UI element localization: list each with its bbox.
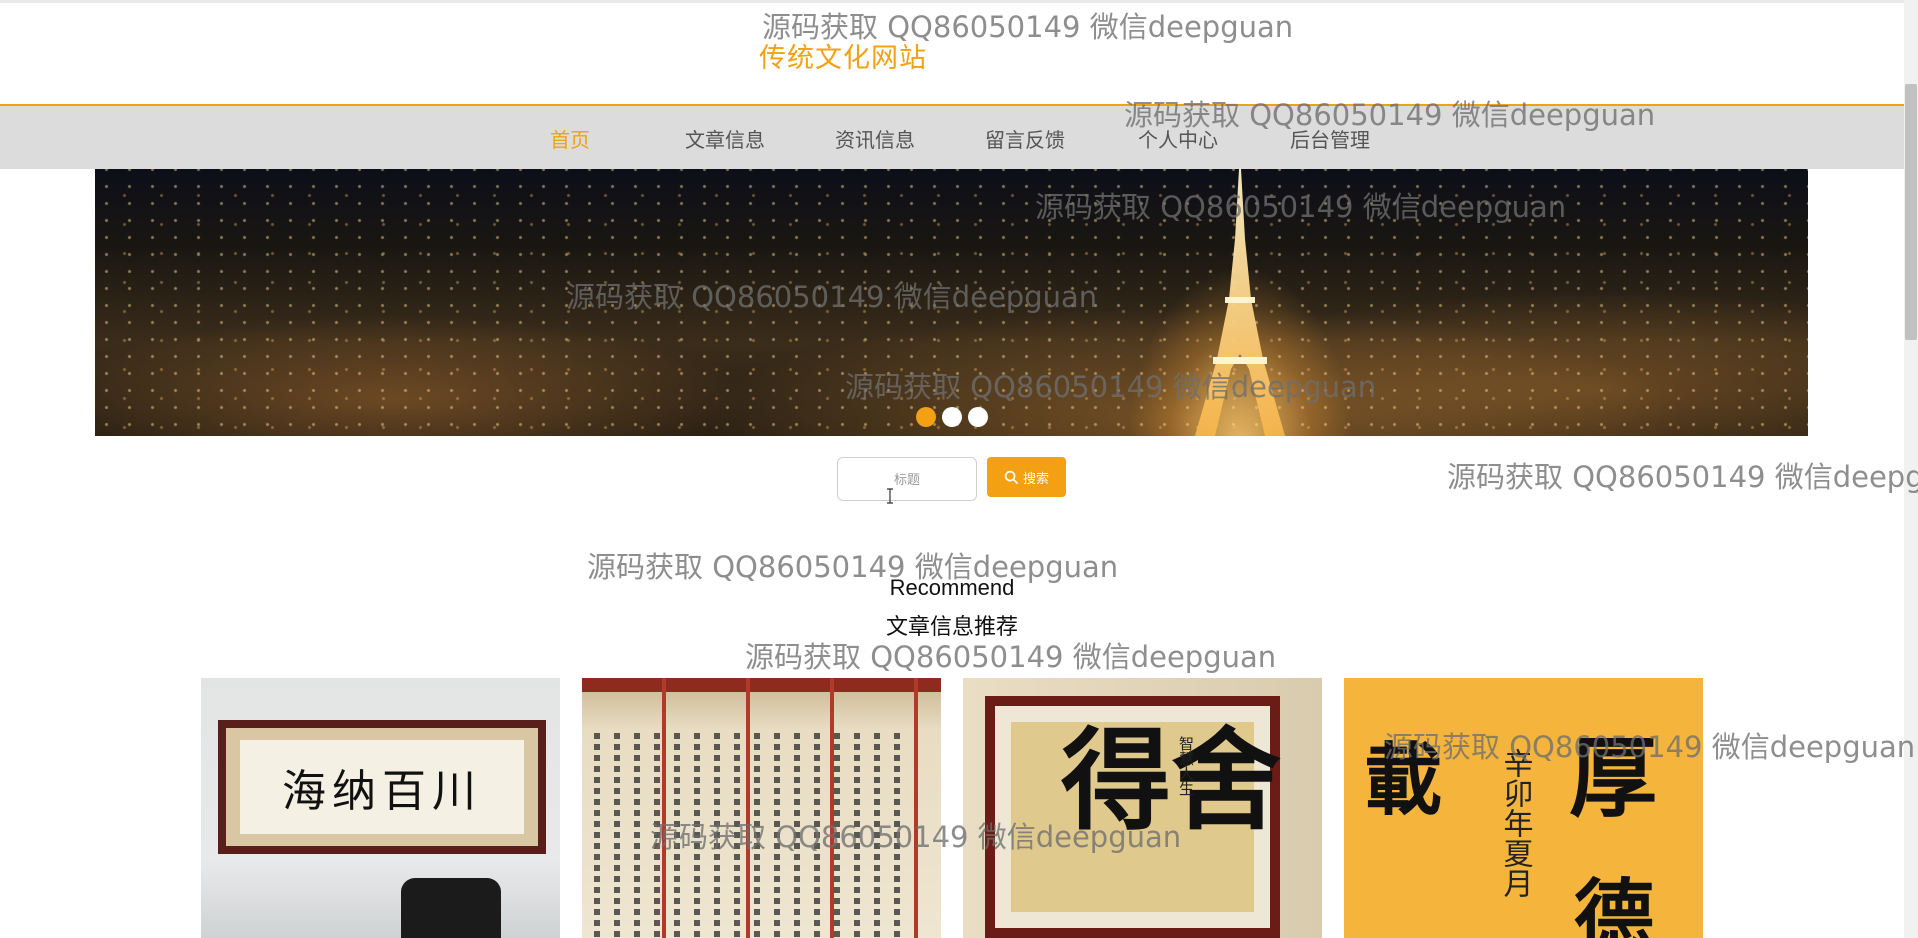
article-card-3[interactable]: 舍得 智慧人生 <box>963 678 1322 938</box>
site-title[interactable]: 传统文化网站 <box>759 36 927 75</box>
calligraphy-frame: 海纳百川 <box>218 720 546 854</box>
calligraphy-char-3: 德 <box>1574 870 1654 938</box>
city-lights <box>95 169 1808 436</box>
article-card-2[interactable] <box>582 678 941 938</box>
carousel-dot-1[interactable] <box>916 407 936 427</box>
search-button-label: 搜索 <box>1022 471 1049 487</box>
carousel-banner[interactable] <box>95 169 1808 436</box>
article-card-1[interactable]: 海纳百川 <box>201 678 560 938</box>
search-button[interactable]: 搜索 <box>987 457 1066 497</box>
section-title-en: Recommend <box>889 575 1015 600</box>
eiffel-tower-graphic <box>1195 169 1285 436</box>
nav-item-profile[interactable]: 个人中心 <box>1138 124 1218 153</box>
article-card-4[interactable]: 載 厚 德 辛卯年夏月 <box>1344 678 1703 938</box>
scrollbar-thumb[interactable] <box>1905 84 1917 340</box>
top-border <box>0 0 1918 3</box>
calligraphy-char-2: 厚 <box>1569 726 1658 830</box>
carousel-dot-3[interactable] <box>968 407 988 427</box>
framed-calligraphy: 舍得 智慧人生 <box>985 696 1281 938</box>
nav-item-articles[interactable]: 文章信息 <box>685 124 765 153</box>
calligraphy-side-text: 智慧人生 <box>1177 736 1195 796</box>
section-title-cn: 文章信息推荐 <box>885 615 1018 640</box>
carousel-indicators <box>916 407 988 427</box>
calligraphy-big-text: 舍得 <box>1042 722 1281 832</box>
script-columns-graphic <box>594 733 933 938</box>
main-navbar: 首页 文章信息 资讯信息 留言反馈 个人中心 后台管理 <box>0 104 1904 169</box>
calligraphy-char-1: 載 <box>1364 735 1443 826</box>
nav-item-feedback[interactable]: 留言反馈 <box>985 124 1065 153</box>
chair-graphic <box>401 878 501 938</box>
nav-item-admin[interactable]: 后台管理 <box>1290 124 1370 153</box>
watermark-text: 源码获取 QQ86050149 微信deepguan <box>1447 460 1918 494</box>
chevron-right-icon[interactable] <box>1755 6 1785 36</box>
text-cursor-icon <box>885 488 895 507</box>
carousel-dot-2[interactable] <box>942 407 962 427</box>
nav-item-news[interactable]: 资讯信息 <box>835 124 915 153</box>
nav-item-home[interactable]: 首页 <box>550 124 590 153</box>
search-icon <box>1004 470 1019 484</box>
calligraphy-inscription: 辛卯年夏月 <box>1497 748 1533 898</box>
search-input[interactable] <box>837 457 977 501</box>
calligraphy-text: 海纳百川 <box>240 740 524 834</box>
chevron-left-icon[interactable] <box>116 6 146 36</box>
